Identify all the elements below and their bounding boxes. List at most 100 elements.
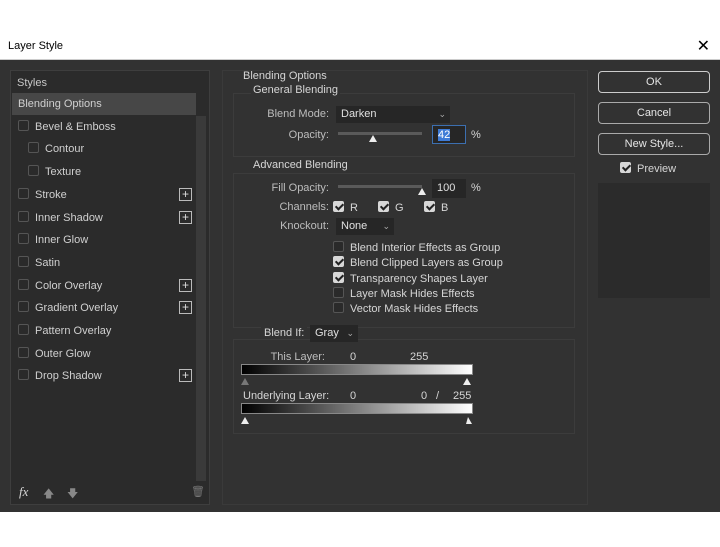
checkbox[interactable] — [333, 271, 344, 283]
fill-opacity-slider[interactable] — [338, 185, 422, 188]
plus-icon[interactable]: + — [179, 187, 192, 201]
blend-if-select[interactable]: Gray ⌄ — [310, 325, 358, 342]
style-item-label: Color Overlay — [35, 279, 103, 292]
channel-b-checkbox[interactable]: B — [424, 201, 448, 214]
opacity-slider-thumb[interactable] — [369, 135, 378, 142]
checkbox[interactable] — [18, 346, 29, 358]
underlying-min: 0 — [350, 390, 357, 402]
chevron-down-icon: ⌄ — [382, 221, 390, 231]
checkbox[interactable] — [18, 255, 29, 267]
close-icon[interactable]: ✕ — [697, 36, 710, 56]
plus-icon[interactable]: + — [179, 301, 192, 315]
channel-r-checkbox[interactable]: R — [333, 201, 358, 214]
checkbox[interactable] — [333, 256, 344, 268]
fill-opacity-input[interactable]: 100 — [432, 179, 466, 198]
this-layer-gradient — [241, 364, 473, 375]
styles-panel: Styles Blending Options Bevel & Emboss Con… — [10, 70, 210, 505]
style-item[interactable]: Drop Shadow + — [12, 365, 196, 387]
move-down-icon[interactable]: 🡇 — [67, 485, 78, 504]
checkbox[interactable] — [620, 162, 631, 173]
checkbox[interactable] — [18, 324, 29, 335]
checkbox[interactable] — [18, 187, 29, 199]
opacity-input[interactable]: 42 — [432, 125, 466, 144]
style-item[interactable]: Bevel & Emboss — [12, 116, 196, 138]
channel-b-label: B — [441, 202, 449, 214]
preview-checkbox[interactable]: Preview — [620, 162, 676, 175]
underlying-black-thumb[interactable] — [241, 417, 249, 424]
style-item-label: Stroke — [35, 188, 67, 201]
style-item[interactable]: Satin — [12, 252, 196, 274]
trash-icon[interactable]: 🗑 — [191, 485, 205, 498]
style-item[interactable]: Stroke + — [12, 184, 196, 206]
underlying-split: 0 — [421, 390, 428, 402]
plus-icon[interactable]: + — [179, 210, 192, 224]
checkbox[interactable] — [378, 201, 389, 212]
fill-opacity-slider-thumb[interactable] — [418, 188, 426, 195]
style-item[interactable]: Outer Glow — [12, 343, 196, 365]
advanced-option-checkbox[interactable]: Layer Mask Hides Effects — [333, 286, 475, 300]
general-blending-group — [233, 93, 575, 157]
chevron-down-icon: ⌄ — [346, 328, 354, 338]
style-item-label: Bevel & Emboss — [35, 120, 116, 133]
blend-mode-label: Blend Mode: — [267, 108, 329, 120]
style-item[interactable]: Gradient Overlay + — [12, 297, 196, 319]
channel-g-checkbox[interactable]: G — [378, 201, 404, 214]
fill-opacity-label: Fill Opacity: — [271, 182, 329, 194]
this-layer-black-thumb[interactable] — [241, 378, 249, 385]
checkbox[interactable] — [18, 210, 29, 222]
style-item[interactable]: Texture — [12, 161, 196, 183]
this-layer-white-thumb[interactable] — [463, 378, 471, 385]
fx-icon[interactable]: fx — [19, 484, 28, 500]
title-bar: Layer Style ✕ — [0, 33, 720, 60]
advanced-option-checkbox[interactable]: Blend Clipped Layers as Group — [333, 256, 503, 269]
advanced-option-checkbox[interactable]: Blend Interior Effects as Group — [333, 241, 500, 254]
styles-header[interactable]: Styles — [17, 77, 47, 89]
checkbox[interactable] — [333, 286, 344, 298]
plus-icon[interactable]: + — [179, 278, 192, 292]
knockout-select[interactable]: None ⌄ — [336, 218, 394, 235]
general-blending-title: General Blending — [251, 84, 341, 96]
this-layer-min: 0 — [350, 351, 357, 363]
advanced-option-label: Blend Clipped Layers as Group — [350, 257, 503, 270]
cancel-button[interactable]: Cancel — [598, 102, 710, 124]
move-up-icon[interactable]: 🡅 — [43, 485, 54, 504]
plus-icon[interactable]: + — [179, 369, 192, 383]
style-item[interactable]: Contour — [12, 138, 196, 160]
style-item-label: Inner Shadow — [35, 211, 103, 224]
style-item-label: Outer Glow — [35, 347, 91, 360]
opacity-slider[interactable] — [338, 132, 422, 135]
ok-button[interactable]: OK — [598, 71, 710, 93]
checkbox[interactable] — [333, 241, 344, 252]
blending-options-panel: Blending Options General Blending Blend … — [222, 70, 588, 505]
new-style-button[interactable]: New Style... — [598, 133, 710, 155]
underlying-layer-gradient — [241, 403, 473, 414]
checkbox[interactable] — [333, 201, 344, 212]
checkbox[interactable] — [18, 119, 29, 131]
checkbox[interactable] — [18, 278, 29, 290]
advanced-option-checkbox[interactable]: Transparency Shapes Layer — [333, 271, 488, 285]
checkbox[interactable] — [28, 142, 39, 154]
underlying-max: 255 — [453, 390, 472, 402]
checkbox[interactable] — [333, 302, 344, 314]
blend-mode-select[interactable]: Darken ⌄ — [336, 106, 450, 123]
blend-mode-value: Darken — [341, 108, 377, 120]
advanced-option-checkbox[interactable]: Vector Mask Hides Effects — [333, 302, 478, 315]
checkbox[interactable] — [18, 233, 29, 245]
style-item[interactable]: Inner Glow — [12, 229, 196, 251]
blending-options-title: Blending Options — [243, 70, 327, 82]
scrollbar[interactable] — [196, 116, 206, 481]
style-item[interactable]: Inner Shadow + — [12, 207, 196, 229]
checkbox[interactable] — [18, 369, 29, 381]
checkbox[interactable] — [28, 165, 39, 177]
style-item[interactable]: Color Overlay + — [12, 275, 196, 297]
advanced-option-label: Blend Interior Effects as Group — [350, 242, 501, 254]
underlying-white-thumb[interactable] — [466, 417, 472, 424]
checkbox[interactable] — [424, 201, 435, 212]
advanced-option-label: Layer Mask Hides Effects — [350, 287, 475, 300]
style-item[interactable]: Blending Options — [12, 93, 196, 115]
preview-label: Preview — [637, 163, 677, 175]
advanced-option-label: Vector Mask Hides Effects — [350, 303, 479, 316]
style-item[interactable]: Pattern Overlay — [12, 320, 196, 342]
checkbox[interactable] — [18, 301, 29, 313]
slash: / — [436, 390, 440, 402]
